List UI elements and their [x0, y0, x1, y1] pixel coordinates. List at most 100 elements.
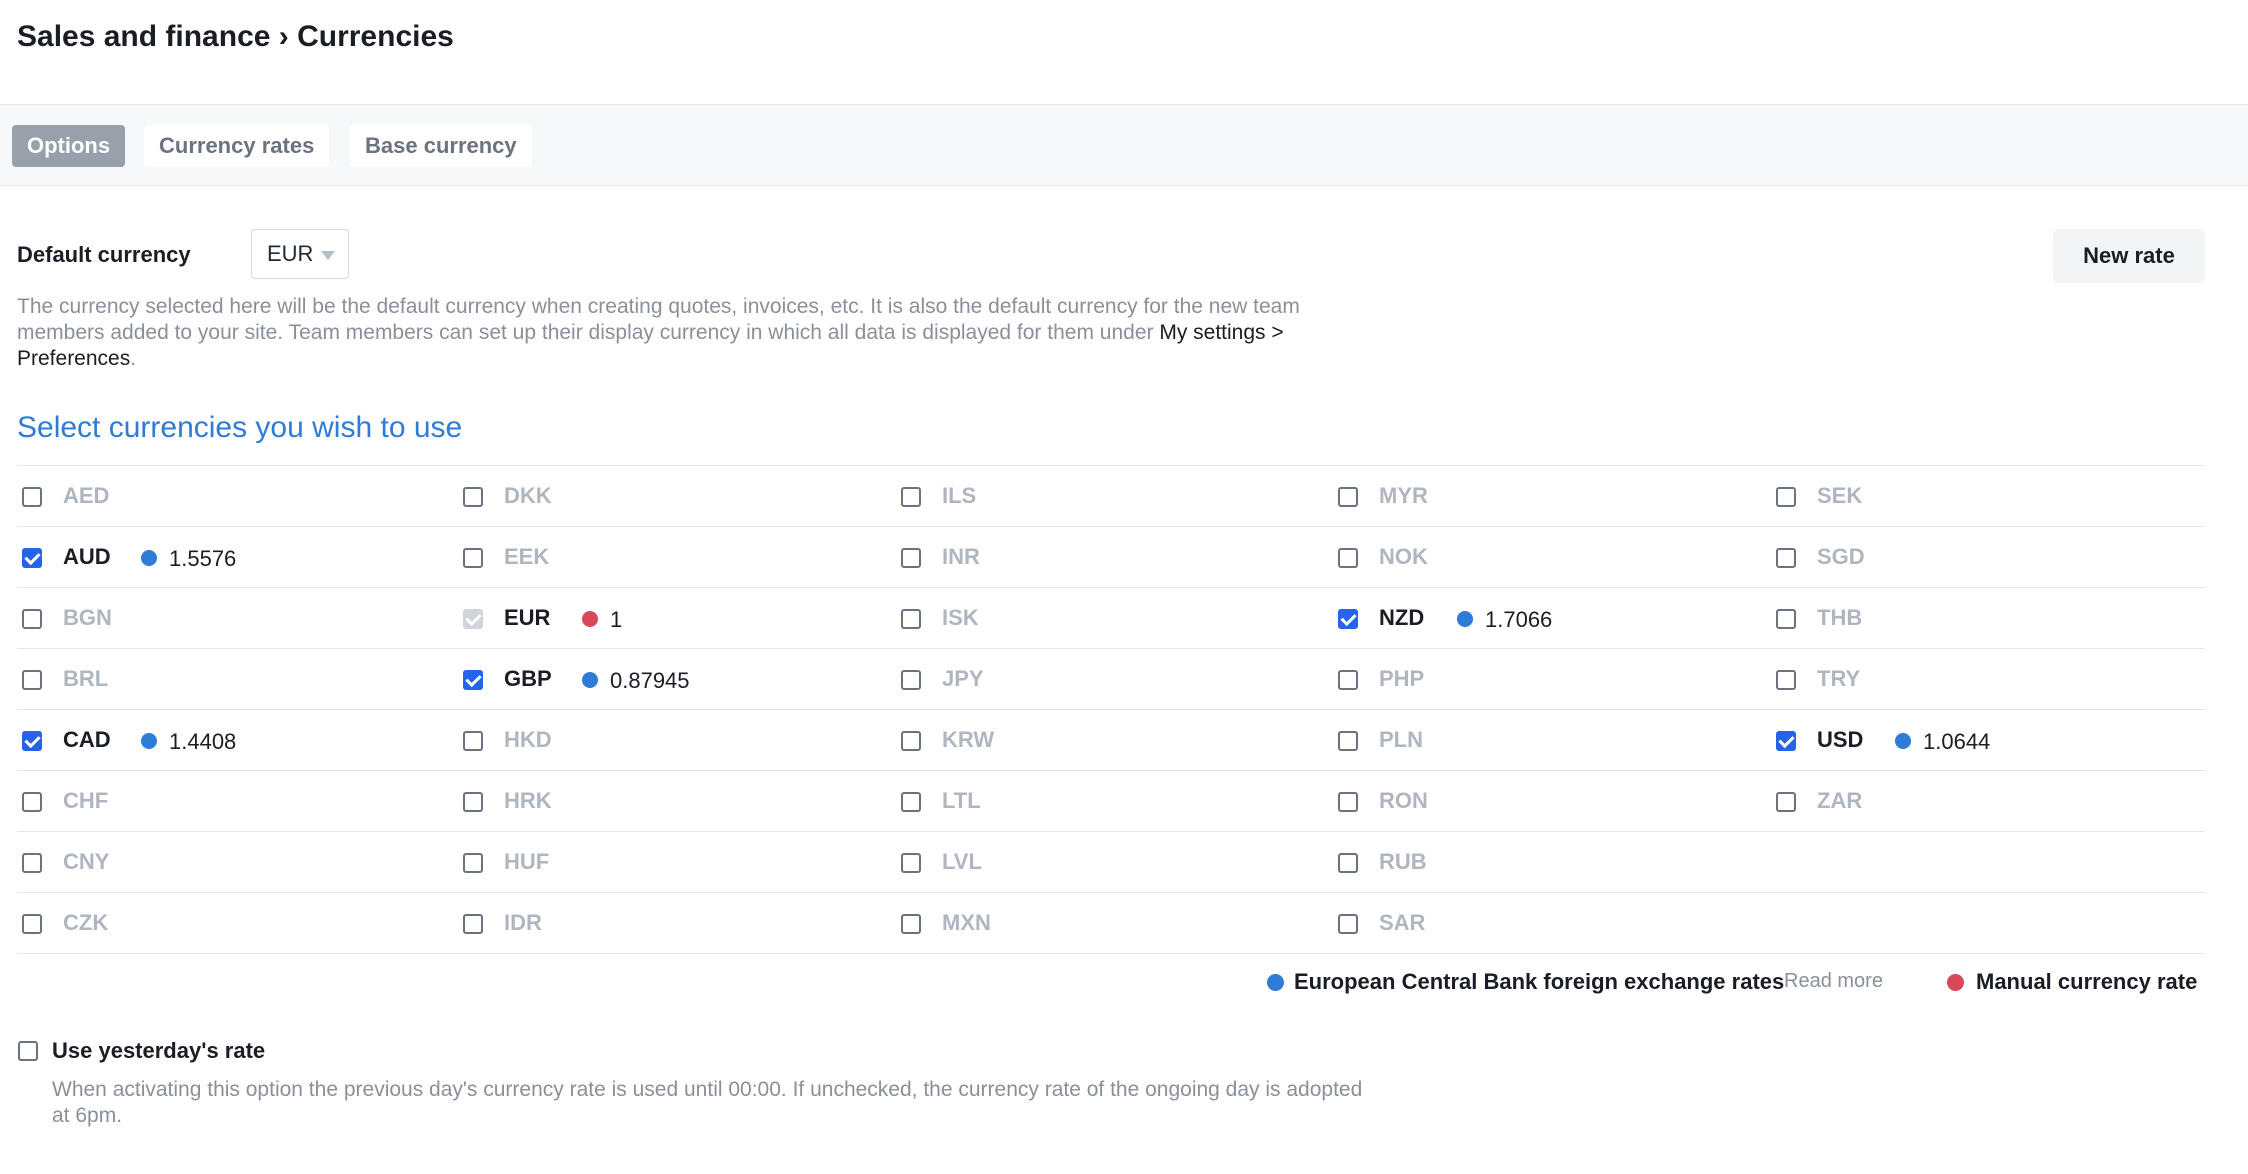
currency-row: AED DKK ILS MYR SEK [17, 466, 2205, 527]
currency-checkbox-sgd[interactable] [1776, 548, 1796, 568]
currency-checkbox-isk[interactable] [901, 609, 921, 629]
currency-code-bgn: BGN [63, 605, 112, 630]
currency-checkbox-bgn[interactable] [22, 609, 42, 629]
manual-legend-dot [1947, 974, 1964, 991]
currency-code-sar: SAR [1379, 910, 1426, 935]
currency-row: CZK IDR MXN SAR [17, 893, 2205, 954]
use-yesterdays-rate-checkbox[interactable] [18, 1041, 38, 1061]
currency-code-ron: RON [1379, 788, 1428, 813]
currency-checkbox-lvl[interactable] [901, 853, 921, 873]
currency-checkbox-eur [463, 609, 483, 629]
currency-rate-usd: 1.0644 [1923, 729, 1991, 754]
currency-checkbox-ltl[interactable] [901, 792, 921, 812]
manual-source-dot [582, 611, 598, 627]
ecb-legend-dot [1267, 974, 1284, 991]
currency-checkbox-huf[interactable] [463, 853, 483, 873]
help-suffix: . [130, 347, 137, 370]
currency-checkbox-inr[interactable] [901, 548, 921, 568]
currency-checkbox-sar[interactable] [1338, 914, 1358, 934]
currency-checkbox-idr[interactable] [463, 914, 483, 934]
currency-checkbox-cny[interactable] [22, 853, 42, 873]
currency-code-krw: KRW [942, 727, 995, 752]
currency-checkbox-czk[interactable] [22, 914, 42, 934]
currency-code-php: PHP [1379, 666, 1425, 691]
currency-checkbox-ils[interactable] [901, 487, 921, 507]
read-more-link[interactable]: Read more [1784, 970, 1883, 993]
currency-code-jpy: JPY [942, 666, 984, 691]
currency-checkbox-krw[interactable] [901, 731, 921, 751]
currency-code-nok: NOK [1379, 544, 1428, 569]
currency-code-aud: AUD [63, 544, 111, 569]
currency-checkbox-php[interactable] [1338, 670, 1358, 690]
chevron-down-icon [321, 251, 335, 260]
currency-code-nzd: NZD [1379, 605, 1425, 630]
currency-code-hkd: HKD [504, 727, 552, 752]
tab-options[interactable]: Options [12, 125, 126, 167]
new-rate-button[interactable]: New rate [2053, 229, 2205, 283]
currency-code-cad: CAD [63, 727, 111, 752]
currency-checkbox-nok[interactable] [1338, 548, 1358, 568]
currency-code-gbp: GBP [504, 666, 552, 691]
ecb-legend-label: European Central Bank foreign exchange r… [1294, 969, 1785, 994]
currency-code-cny: CNY [63, 849, 110, 874]
currency-rate-cad: 1.4408 [169, 729, 237, 754]
ecb-source-dot [141, 550, 157, 566]
default-currency-help: The currency selected here will be the d… [17, 294, 1307, 372]
currency-code-aed: AED [63, 483, 110, 508]
currency-code-idr: IDR [504, 910, 542, 935]
currency-checkbox-brl[interactable] [22, 670, 42, 690]
currency-checkbox-cad[interactable] [22, 731, 42, 751]
currency-checkbox-pln[interactable] [1338, 731, 1358, 751]
currency-code-rub: RUB [1379, 849, 1427, 874]
default-currency-label: Default currency [17, 242, 191, 267]
currency-checkbox-mxn[interactable] [901, 914, 921, 934]
tab-currency-rates[interactable]: Currency rates [144, 125, 330, 167]
currency-checkbox-aed[interactable] [22, 487, 42, 507]
currency-checkbox-dkk[interactable] [463, 487, 483, 507]
currency-checkbox-sek[interactable] [1776, 487, 1796, 507]
currency-code-usd: USD [1817, 727, 1864, 752]
section-title: Select currencies you wish to use [17, 411, 463, 444]
currency-checkbox-zar[interactable] [1776, 792, 1796, 812]
currency-code-sek: SEK [1817, 483, 1863, 508]
currency-checkbox-hrk[interactable] [463, 792, 483, 812]
currency-checkbox-myr[interactable] [1338, 487, 1358, 507]
currency-checkbox-aud[interactable] [22, 548, 42, 568]
currency-code-brl: BRL [63, 666, 109, 691]
currency-checkbox-ron[interactable] [1338, 792, 1358, 812]
use-yesterdays-rate-description: When activating this option the previous… [52, 1078, 1363, 1127]
currency-checkbox-nzd[interactable] [1338, 609, 1358, 629]
currency-code-ltl: LTL [942, 788, 981, 813]
currency-rate-gbp: 0.87945 [610, 668, 690, 693]
currency-row: AUD 1.5576 EEK INR NOK SGD [17, 527, 2205, 588]
currency-code-eek: EEK [504, 544, 550, 569]
currency-code-hrk: HRK [504, 788, 552, 813]
currency-checkbox-jpy[interactable] [901, 670, 921, 690]
currency-row: BGN EUR 1 ISK NZD 1.7066 THB [17, 588, 2205, 649]
currency-code-myr: MYR [1379, 483, 1428, 508]
currency-code-ils: ILS [942, 483, 977, 508]
currency-checkbox-gbp[interactable] [463, 670, 483, 690]
currency-checkbox-usd[interactable] [1776, 731, 1796, 751]
tabs-bar: Options Currency rates Base currency [0, 105, 2248, 186]
ecb-source-dot [1457, 611, 1473, 627]
currency-code-thb: THB [1817, 605, 1863, 630]
currency-rate-eur: 1 [610, 607, 623, 632]
page-title: Sales and finance › Currencies [17, 20, 454, 53]
currency-checkbox-chf[interactable] [22, 792, 42, 812]
currency-row: CNY HUF LVL RUB [17, 832, 2205, 893]
currency-checkbox-eek[interactable] [463, 548, 483, 568]
currency-code-zar: ZAR [1817, 788, 1863, 813]
tab-base-currency[interactable]: Base currency [350, 125, 532, 167]
currency-grid: AED DKK ILS MYR SEK AUD 1.5576 EEK INR NOK SGD BGN E… [17, 465, 2205, 954]
currency-code-eur: EUR [504, 605, 551, 630]
default-currency-select[interactable]: EUR [251, 229, 349, 279]
currency-code-mxn: MXN [942, 910, 991, 935]
currency-code-dkk: DKK [504, 483, 552, 508]
currency-checkbox-rub[interactable] [1338, 853, 1358, 873]
currency-checkbox-hkd[interactable] [463, 731, 483, 751]
currency-code-sgd: SGD [1817, 544, 1865, 569]
currency-checkbox-thb[interactable] [1776, 609, 1796, 629]
currency-checkbox-try[interactable] [1776, 670, 1796, 690]
currency-code-chf: CHF [63, 788, 109, 813]
